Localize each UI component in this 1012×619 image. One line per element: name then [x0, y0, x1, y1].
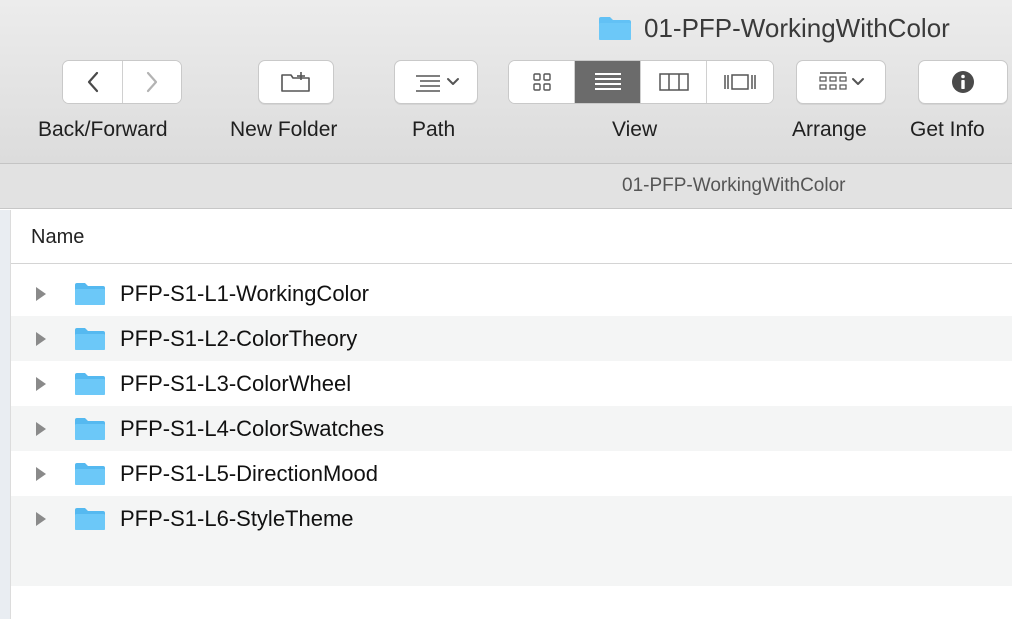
- list-icon: [594, 73, 621, 90]
- list-item[interactable]: PFP-S1-L1-WorkingColor: [11, 271, 1012, 316]
- folder-icon: [75, 327, 105, 350]
- list-item-name: PFP-S1-L6-StyleTheme: [120, 505, 354, 531]
- get-info-button[interactable]: [918, 60, 1008, 104]
- new-folder-button[interactable]: [258, 60, 334, 104]
- path-button[interactable]: [394, 60, 478, 104]
- disclosure-triangle-icon[interactable]: [36, 286, 46, 301]
- icon-grid-icon: [532, 73, 551, 91]
- cover-flow-view-button[interactable]: [707, 61, 773, 103]
- list-item-name: PFP-S1-L1-WorkingColor: [120, 280, 370, 306]
- list-item[interactable]: PFP-S1-L3-ColorWheel: [11, 361, 1012, 406]
- info-icon: [952, 71, 974, 93]
- empty-row: [11, 541, 1012, 586]
- folder-icon: [75, 507, 105, 530]
- columns-icon: [658, 73, 689, 91]
- path-bar-current: 01-PFP-WorkingWithColor: [622, 175, 846, 196]
- arrange-label: Arrange: [792, 118, 867, 141]
- new-folder-label: New Folder: [230, 118, 338, 141]
- folder-icon: [75, 282, 105, 305]
- list-item[interactable]: PFP-S1-L4-ColorSwatches: [11, 406, 1012, 451]
- disclosure-triangle-icon[interactable]: [36, 421, 46, 436]
- column-view-button[interactable]: [641, 61, 707, 103]
- path-bar: 01-PFP-WorkingWithColor: [0, 164, 1012, 209]
- arrange-grid-icon: [819, 72, 864, 90]
- folder-icon: [599, 17, 631, 40]
- disclosure-triangle-icon[interactable]: [36, 331, 46, 346]
- back-button[interactable]: [63, 61, 123, 103]
- cover-flow-icon: [724, 74, 756, 90]
- get-info-label: Get Info: [910, 118, 985, 141]
- folder-icon: [75, 417, 105, 440]
- list-item-name: PFP-S1-L2-ColorTheory: [120, 325, 358, 351]
- sidebar-edge: [0, 210, 11, 619]
- list-item-name: PFP-S1-L4-ColorSwatches: [120, 415, 385, 441]
- path-list-icon: [416, 75, 459, 92]
- icon-view-button[interactable]: [509, 61, 575, 103]
- arrange-button[interactable]: [796, 60, 886, 104]
- disclosure-triangle-icon[interactable]: [36, 466, 46, 481]
- path-label: Path: [412, 118, 456, 141]
- folder-icon: [75, 462, 105, 485]
- back-forward-label: Back/Forward: [38, 118, 168, 141]
- name-column-header[interactable]: Name: [11, 210, 1012, 264]
- view-label: View: [612, 118, 658, 141]
- back-forward-control: [62, 60, 182, 104]
- list-item[interactable]: PFP-S1-L5-DirectionMood: [11, 451, 1012, 496]
- window-title-text: 01-PFP-WorkingWithColor: [644, 12, 950, 43]
- folder-icon: [75, 372, 105, 395]
- toolbar: 01-PFP-WorkingWithColor Back/Forward New…: [0, 0, 1012, 164]
- list-view-button[interactable]: [575, 61, 641, 103]
- name-column-header-label: Name: [31, 226, 85, 248]
- forward-button[interactable]: [123, 61, 181, 103]
- list-item[interactable]: PFP-S1-L2-ColorTheory: [11, 316, 1012, 361]
- list-item[interactable]: PFP-S1-L6-StyleTheme: [11, 496, 1012, 541]
- disclosure-triangle-icon[interactable]: [36, 511, 46, 526]
- list-item-name: PFP-S1-L5-DirectionMood: [120, 460, 378, 486]
- new-folder-icon: [281, 72, 310, 92]
- chevron-left-icon: [87, 71, 98, 93]
- view-mode-control: [508, 60, 774, 104]
- list-item-name: PFP-S1-L3-ColorWheel: [120, 370, 352, 396]
- chevron-right-icon: [146, 71, 158, 93]
- window-title: 01-PFP-WorkingWithColor: [598, 12, 950, 44]
- disclosure-triangle-icon[interactable]: [36, 376, 46, 391]
